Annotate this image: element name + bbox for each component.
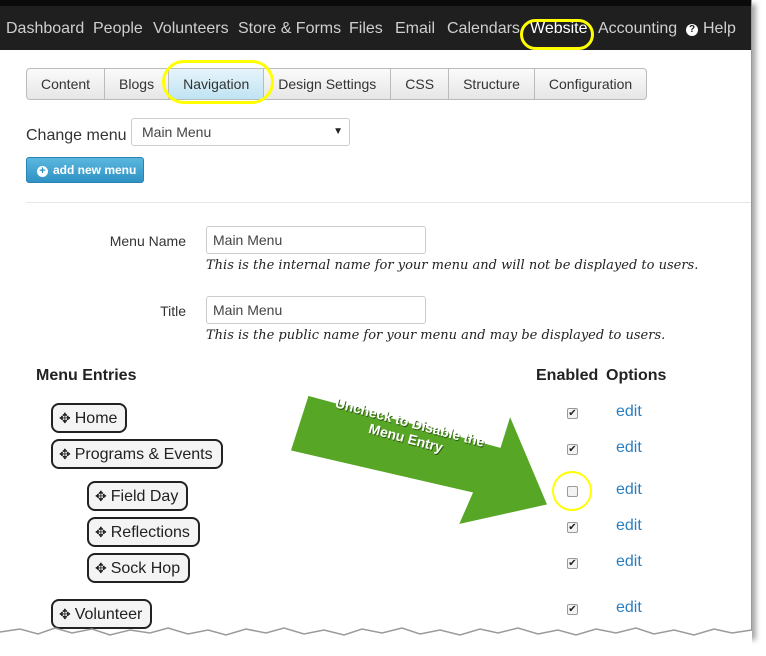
help-icon: ? — [686, 24, 698, 36]
nav-help-label: Help — [703, 20, 736, 37]
change-menu-label: Change menu — [26, 127, 127, 144]
enabled-checkbox-reflections[interactable]: ✔ — [567, 522, 578, 533]
options-column-heading: Options — [606, 367, 667, 384]
nav-files[interactable]: Files — [349, 20, 383, 38]
menu-entry-label: Sock Hop — [110, 560, 181, 577]
menu-entry-programs-events[interactable]: ✥ Programs & Events — [51, 439, 223, 469]
nav-volunteers[interactable]: Volunteers — [153, 20, 229, 38]
nav-email[interactable]: Email — [395, 20, 435, 38]
nav-dashboard[interactable]: Dashboard — [6, 20, 84, 38]
nav-store-forms[interactable]: Store & Forms — [238, 20, 341, 38]
edit-link-reflections[interactable]: edit — [616, 517, 642, 535]
enabled-checkbox-home[interactable]: ✔ — [567, 408, 578, 419]
menu-entry-label: Field Day — [110, 488, 179, 505]
tab-blogs[interactable]: Blogs — [104, 69, 168, 99]
dropdown-caret-icon: ▼ — [333, 126, 343, 137]
enabled-column-heading: Enabled — [536, 367, 599, 384]
title-help: This is the public name for your menu an… — [206, 328, 666, 343]
enabled-checkbox-programs-events[interactable]: ✔ — [567, 444, 578, 455]
website-highlight-ring — [520, 19, 594, 50]
menu-entries-heading: Menu Entries — [36, 367, 137, 384]
move-icon: ✥ — [59, 410, 71, 426]
menu-select[interactable]: Main Menu ▼ — [131, 118, 350, 146]
menu-name-label: Menu Name — [109, 233, 186, 249]
menu-select-value: Main Menu — [142, 124, 212, 140]
title-input[interactable]: Main Menu — [206, 296, 426, 324]
nav-help[interactable]: ? Help — [686, 20, 736, 38]
move-icon: ✥ — [59, 446, 71, 462]
settings-tabs: Content Blogs Navigation Design Settings… — [26, 68, 648, 100]
menu-entry-label: Programs & Events — [74, 446, 213, 463]
divider — [26, 202, 751, 203]
menu-entry-sock-hop[interactable]: ✥ Sock Hop — [87, 553, 191, 583]
edit-link-volunteer[interactable]: edit — [616, 599, 642, 617]
move-icon: ✥ — [95, 524, 107, 540]
tab-css[interactable]: CSS — [390, 69, 448, 99]
menu-entry-home[interactable]: ✥ Home — [51, 403, 128, 433]
checkbox-highlight-ring — [552, 471, 592, 511]
menu-entry-label: Reflections — [110, 524, 190, 541]
edit-link-sock-hop[interactable]: edit — [616, 553, 642, 571]
move-icon: ✥ — [95, 488, 107, 504]
tab-content[interactable]: Content — [27, 69, 104, 99]
nav-people[interactable]: People — [93, 20, 143, 38]
enabled-checkbox-volunteer[interactable]: ✔ — [567, 604, 578, 615]
nav-calendars[interactable]: Calendars — [447, 20, 520, 38]
navigation-highlight-ring — [162, 60, 274, 104]
add-new-menu-label: add new menu — [53, 163, 137, 177]
move-icon: ✥ — [95, 560, 107, 576]
menu-entry-field-day[interactable]: ✥ Field Day — [87, 481, 189, 511]
add-new-menu-button[interactable]: + add new menu — [26, 157, 144, 183]
plus-circle-icon: + — [37, 166, 48, 177]
top-navigation-bar: Dashboard People Volunteers Store & Form… — [0, 0, 751, 50]
menu-entry-label: Home — [74, 410, 118, 427]
edit-link-home[interactable]: edit — [616, 403, 642, 421]
enabled-checkbox-sock-hop[interactable]: ✔ — [567, 558, 578, 569]
tab-design-settings[interactable]: Design Settings — [263, 69, 390, 99]
torn-edge-decoration — [0, 627, 753, 656]
menu-name-input[interactable]: Main Menu — [206, 226, 426, 254]
title-label: Title — [160, 303, 186, 319]
menu-entry-reflections[interactable]: ✥ Reflections — [87, 517, 200, 547]
app-window: Dashboard People Volunteers Store & Form… — [0, 0, 752, 636]
tab-structure[interactable]: Structure — [448, 69, 534, 99]
edit-link-programs-events[interactable]: edit — [616, 439, 642, 457]
edit-link-field-day[interactable]: edit — [616, 481, 642, 499]
tab-configuration[interactable]: Configuration — [533, 69, 646, 99]
menu-name-help: This is the internal name for your menu … — [206, 258, 699, 273]
nav-accounting[interactable]: Accounting — [598, 20, 677, 38]
